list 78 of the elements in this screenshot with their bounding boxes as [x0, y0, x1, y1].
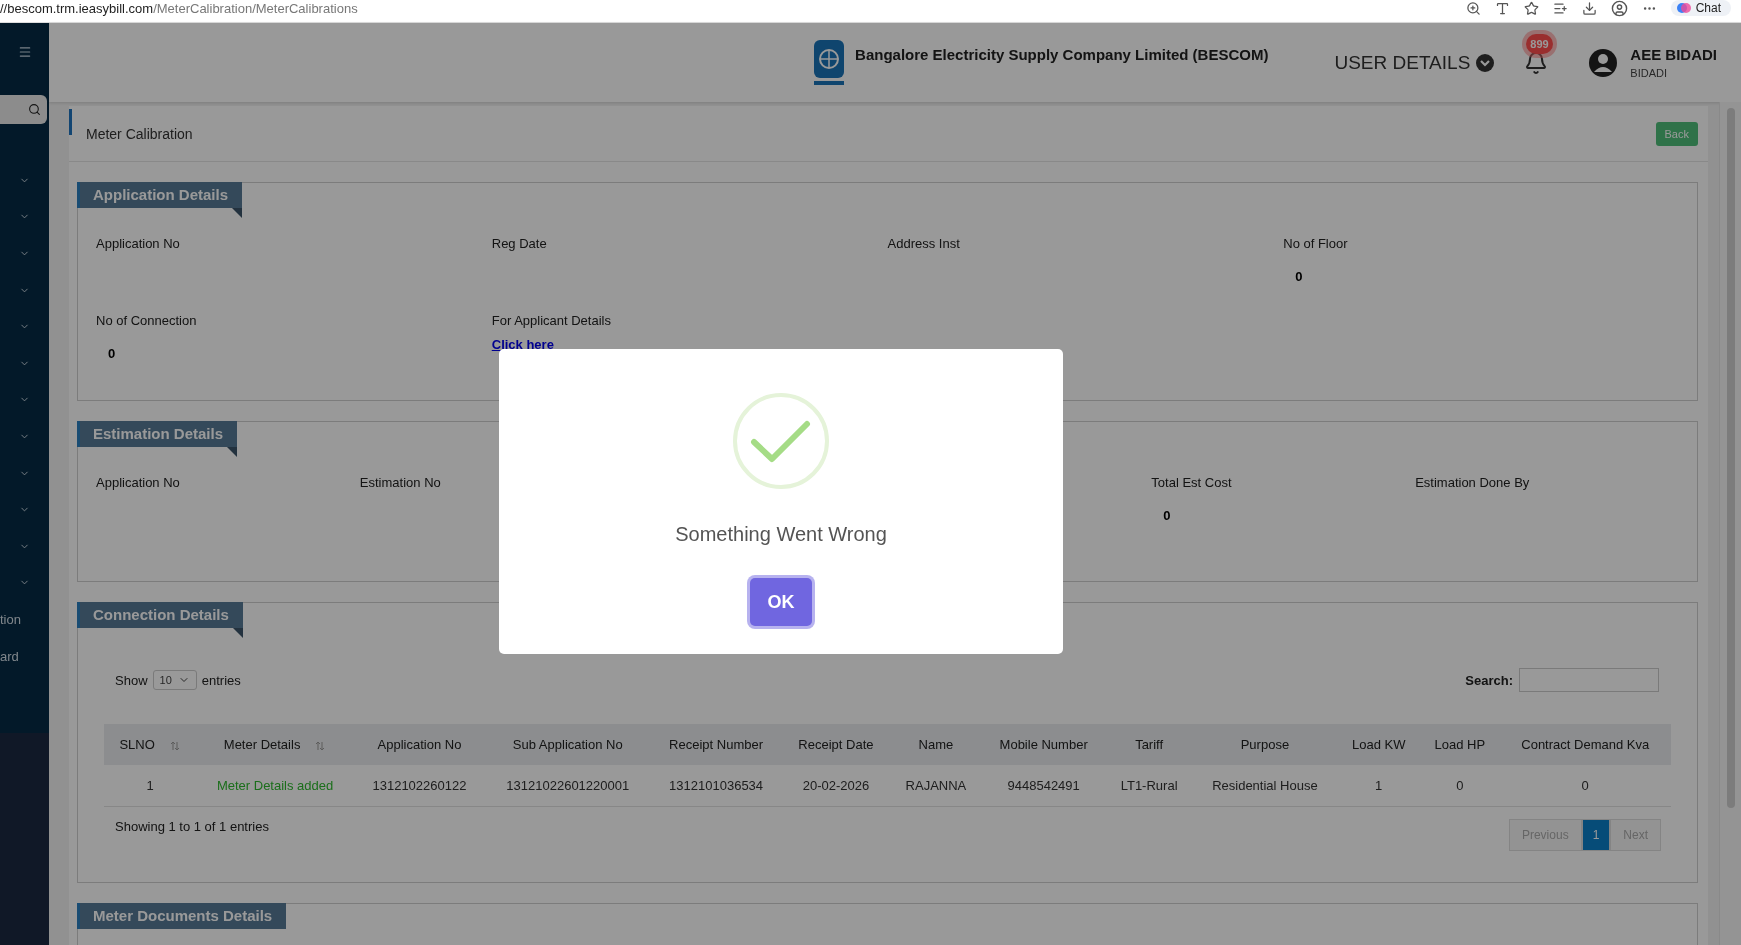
field-label: Address Inst	[887, 236, 961, 251]
field-label: Estimation Done By	[1415, 475, 1531, 490]
field-label: Application No	[96, 475, 181, 490]
dialog-message: Something Went Wrong	[675, 523, 887, 546]
sidebar-item[interactable]: tion	[0, 601, 49, 638]
table-cell: 0	[1499, 765, 1671, 806]
table-cell: LT1-Rural	[1105, 765, 1193, 806]
page-button[interactable]: 1	[1581, 818, 1611, 851]
company-name: Bangalore Electricity Supply Company Limited (BESCOM)	[855, 46, 1269, 63]
section-heading: Application Details	[77, 182, 243, 208]
user-name: AEE BIDADI	[1630, 46, 1717, 63]
chat-button[interactable]: Chat	[1670, 0, 1731, 16]
column-header: Load HP	[1420, 724, 1500, 765]
table-info: Showing 1 to 1 of 1 entries	[115, 818, 269, 834]
table-cell: 1312102260122	[353, 765, 485, 806]
ribbon-fold	[232, 628, 243, 638]
notification-count: 899	[1526, 33, 1553, 54]
column-header: Receipt Date	[781, 724, 891, 765]
star-icon[interactable]	[1523, 0, 1539, 16]
address-url[interactable]: //bescom.trm.ieasybill.com/MeterCalibration/MeterCalibrations	[0, 0, 1452, 16]
search-label: Search:	[1465, 672, 1513, 688]
table-cell: 20-02-2026	[781, 765, 891, 806]
table-cell: RAJANNA	[890, 765, 982, 806]
ribbon-fold	[232, 208, 243, 218]
table-cell: 13121022601220001	[485, 765, 651, 806]
success-check-icon	[732, 392, 830, 490]
avatar-icon	[1588, 47, 1619, 78]
page-title: Meter Calibration	[86, 125, 194, 142]
column-header: Sub Application No	[485, 724, 651, 765]
field-label: Application No	[96, 236, 181, 251]
page-size-select[interactable]: 10	[152, 670, 197, 690]
sidebar-item[interactable]: ard	[0, 637, 49, 675]
field-value: 0	[1163, 508, 1172, 523]
table-cell: 9448542491	[981, 765, 1106, 806]
list-plus-icon[interactable]	[1552, 0, 1568, 16]
ribbon-fold	[227, 447, 238, 457]
column-header: Load KW	[1337, 724, 1421, 765]
column-header: Receipt Number	[650, 724, 782, 765]
chat-logo-icon	[1676, 1, 1691, 15]
column-header: Name	[890, 724, 982, 765]
field-label: Reg Date	[491, 236, 548, 251]
table-cell: Residential House	[1192, 765, 1338, 806]
zoom-in-icon[interactable]	[1465, 0, 1481, 16]
field-label: No of Connection	[96, 313, 198, 328]
field-value: 0	[1295, 269, 1304, 284]
field-label: For Applicant Details	[491, 313, 612, 328]
field-value: 0	[108, 346, 117, 361]
field-label: Estimation No	[359, 475, 442, 490]
status-text: Meter Details added	[196, 765, 354, 806]
chevron-circle-icon	[1476, 53, 1495, 72]
section-heading: Meter Documents Details	[77, 903, 287, 929]
column-header: Application No	[353, 724, 485, 765]
search-field[interactable]	[1519, 668, 1659, 692]
section-heading: Connection Details	[77, 602, 243, 628]
show-label: Show	[115, 672, 148, 688]
download-icon[interactable]	[1581, 0, 1597, 16]
user-location: BIDADI	[1630, 67, 1668, 79]
user-details-menu[interactable]: USER DETAILS	[1334, 51, 1495, 74]
table-cell: 1312101036534	[650, 765, 782, 806]
table-cell: 1	[1337, 765, 1421, 806]
field-label: Total Est Cost	[1151, 475, 1233, 490]
column-header: Contract Demand Kva	[1499, 724, 1671, 765]
column-header: Purpose	[1192, 724, 1338, 765]
search-icon	[28, 103, 41, 116]
table-cell: 0	[1420, 765, 1500, 806]
table-cell: 1	[104, 765, 197, 806]
column-header[interactable]: SLNO	[104, 724, 197, 765]
click-here-link[interactable]: Click here	[491, 337, 554, 352]
entries-label: entries	[201, 672, 241, 688]
ok-button[interactable]: OK	[750, 578, 812, 626]
field-label: No of Floor	[1283, 236, 1349, 251]
text-icon[interactable]	[1494, 0, 1510, 16]
profile-icon[interactable]	[1610, 0, 1628, 17]
column-header: Mobile Number	[981, 724, 1106, 765]
section-heading: Estimation Details	[77, 421, 238, 447]
column-header: Tariff	[1105, 724, 1193, 765]
sidebar-search-field[interactable]	[0, 95, 47, 124]
column-header[interactable]: Meter Details	[196, 724, 354, 765]
